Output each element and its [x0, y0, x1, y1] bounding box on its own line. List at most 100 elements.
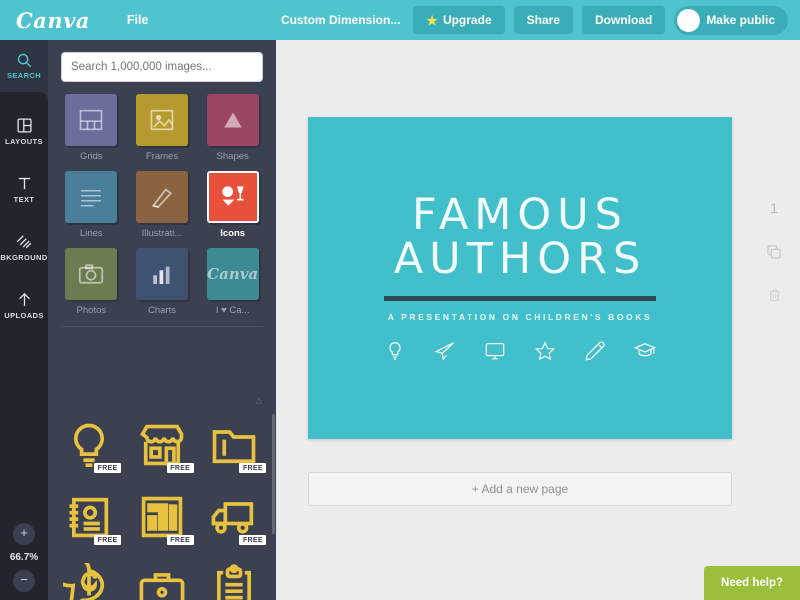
grids-thumb [65, 94, 118, 146]
category-tile-charts-label: Charts [148, 305, 176, 316]
results-rows: FREE FREE FREE FREE FREE FREE [56, 412, 268, 600]
result-item-truck[interactable]: FREE [201, 484, 267, 550]
frame-icon [150, 109, 174, 131]
design-divider-rule[interactable] [384, 295, 656, 301]
sidebar-item-text[interactable]: TEXT [0, 160, 48, 218]
free-badge: FREE [94, 535, 121, 545]
zoom-out-button[interactable]: − [13, 570, 35, 592]
design-subtitle[interactable]: A PRESENTATION ON CHILDREN'S BOOKS [388, 312, 653, 322]
upgrade-button[interactable]: ★ Upgrade [413, 6, 505, 34]
download-button-label: Download [594, 13, 653, 27]
top-bar-actions: Custom Dimension... ★ Upgrade Share Down… [281, 5, 800, 35]
category-tile-photos-label: Photos [76, 305, 107, 316]
category-tile-photos[interactable]: Photos [61, 248, 122, 316]
pencil-icon[interactable] [584, 340, 606, 362]
search-input[interactable] [61, 52, 263, 82]
design-slide: FAMOUS AUTHORS A PRESENTATION ON CHILDRE… [308, 117, 732, 439]
make-public-toggle[interactable]: Make public [674, 5, 788, 35]
zoom-controls: + 66.7% − [0, 523, 48, 592]
search-field-wrapper [48, 40, 276, 90]
background-icon [16, 235, 32, 249]
download-button[interactable]: Download [581, 6, 666, 34]
result-item-folder[interactable]: FREE [201, 412, 267, 478]
category-tile-grids[interactable]: Grids [61, 94, 122, 162]
graduation-cap-icon[interactable] [634, 340, 656, 362]
charts-thumb [135, 248, 188, 300]
category-tile-illustrations-label: Illustrati... [141, 228, 183, 239]
page-number: 1 [770, 200, 778, 216]
canva-logo[interactable]: Canva [16, 8, 90, 33]
trash-icon[interactable] [767, 288, 782, 303]
category-tile-icons-label: Icons [220, 228, 246, 239]
category-tile-shapes[interactable]: Shapes [202, 94, 263, 162]
sidebar-item-background-label: BKGROUND [0, 253, 48, 262]
lines-icon [81, 190, 102, 207]
star-outline-icon[interactable] [534, 340, 556, 362]
monitor-icon[interactable] [484, 340, 506, 362]
result-item-briefcase[interactable]: FREE [129, 556, 195, 600]
category-tile-i-love-canva[interactable]: Canva I ♥ Ca... [202, 248, 263, 316]
page-controls: 1 [766, 200, 782, 303]
bar-chart-icon [153, 266, 170, 284]
result-item-lightbulb[interactable]: FREE [56, 412, 122, 478]
grid-icon [80, 109, 103, 131]
need-help-button[interactable]: Need help? [704, 566, 800, 600]
design-title-line2[interactable]: AUTHORS [394, 237, 647, 282]
file-menu[interactable]: File [120, 9, 156, 31]
make-public-label: Make public [706, 13, 775, 27]
sidebar-item-layouts-label: LAYOUTS [5, 136, 43, 146]
result-item-notebook[interactable]: FREE [56, 484, 122, 550]
lightbulb-icon[interactable] [384, 340, 406, 362]
category-tiles: Grids Frames Shapes Lines Illustrati... … [48, 90, 276, 324]
illustrations-thumb [135, 171, 188, 223]
sidebar-item-uploads-label: UPLOADS [4, 310, 44, 320]
frames-thumb [135, 94, 188, 146]
upload-arrow-icon [18, 292, 30, 306]
clipboard-icon [217, 564, 252, 600]
design-canvas[interactable]: FAMOUS AUTHORS A PRESENTATION ON CHILDRE… [308, 117, 732, 439]
illustration-icon [151, 188, 173, 209]
shapes-thumb [206, 94, 259, 146]
photos-thumb [65, 248, 118, 300]
search-icon [17, 53, 31, 68]
sidebar-item-uploads[interactable]: UPLOADS [0, 276, 48, 334]
design-title-line1[interactable]: FAMOUS [412, 193, 628, 238]
share-button[interactable]: Share [513, 6, 573, 34]
zoom-in-button[interactable]: + [13, 523, 35, 545]
sidebar-item-search-label: SEARCH [6, 71, 42, 80]
layouts-icon [16, 117, 32, 133]
search-panel: Grids Frames Shapes [48, 40, 276, 600]
category-tile-lines[interactable]: Lines [61, 171, 122, 239]
icon-results-grid: FREE FREE FREE FREE FREE FREE [48, 412, 276, 600]
zoom-level-label: 66.7% [9, 552, 39, 563]
result-item-storefront[interactable]: FREE [129, 412, 195, 478]
share-button-label: Share [526, 13, 560, 27]
top-bar: Canva File Custom Dimension... ★ Upgrade… [0, 0, 800, 40]
category-tile-lines-label: Lines [79, 228, 103, 239]
category-tile-grids-label: Grids [79, 151, 103, 162]
icons-preview-icon [221, 186, 244, 206]
result-item-bar-chart[interactable]: FREE [129, 484, 195, 550]
category-tile-illustrations[interactable]: Illustrati... [132, 171, 193, 239]
document-dimension-label[interactable]: Custom Dimension... [281, 13, 400, 27]
result-item-clipboard[interactable]: FREE [201, 556, 267, 600]
toggle-knob [677, 8, 701, 32]
category-tile-frames[interactable]: Frames [132, 94, 193, 162]
canva-editor: Canva File Custom Dimension... ★ Upgrade… [0, 0, 800, 600]
sidebar-item-background[interactable]: BKGROUND [0, 218, 48, 276]
add-page-button[interactable]: + Add a new page [308, 472, 732, 506]
chevron-up-icon[interactable]: ▵ [255, 392, 262, 408]
triangle-icon [223, 112, 242, 128]
category-tile-i-love-canva-label: I ♥ Ca... [215, 305, 250, 316]
panel-scrollbar[interactable] [272, 414, 275, 534]
money-chat-icon [63, 563, 105, 600]
sidebar-item-search[interactable]: SEARCH [0, 40, 48, 92]
category-tile-frames-label: Frames [145, 151, 179, 162]
left-rail: SEARCH LAYOUTS TEXT BKGROUND UPLOADS + 6… [0, 40, 48, 600]
copy-icon[interactable] [766, 244, 782, 260]
result-item-money-chat[interactable]: FREE [56, 556, 122, 600]
paper-plane-icon[interactable] [434, 340, 456, 362]
category-tile-charts[interactable]: Charts [132, 248, 193, 316]
category-tile-icons[interactable]: Icons [202, 171, 263, 239]
sidebar-item-layouts[interactable]: LAYOUTS [0, 102, 48, 160]
